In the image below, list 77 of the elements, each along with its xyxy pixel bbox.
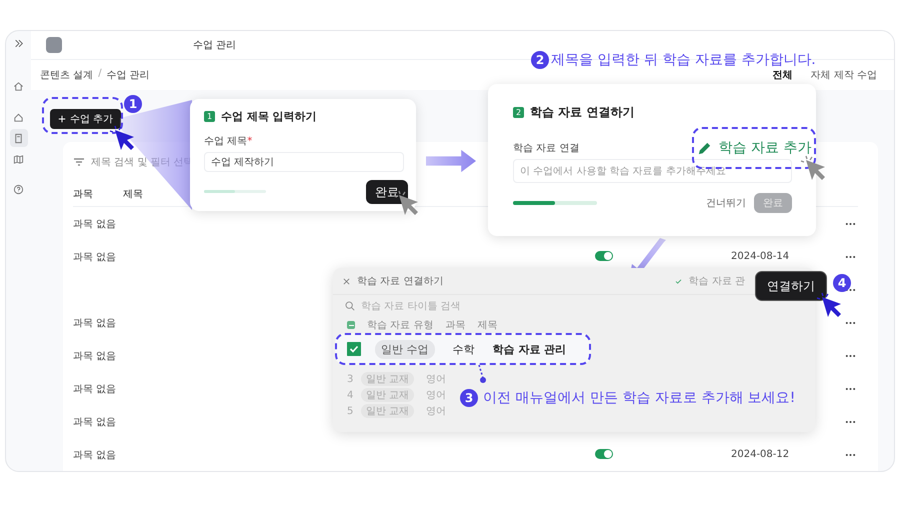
add-material-link[interactable]: 학습 자료 추가 — [696, 139, 812, 157]
leader-line — [477, 364, 487, 384]
search-icon — [345, 301, 355, 311]
more-icon[interactable] — [845, 387, 856, 391]
field-label: 수업 제목* — [204, 135, 252, 148]
row-number: 5 — [347, 406, 354, 416]
type-tag: 일반 교재 — [361, 388, 414, 402]
type-tag: 일반 교재 — [361, 372, 414, 386]
more-icon[interactable] — [845, 255, 856, 259]
progress-bar — [204, 190, 266, 192]
callout-text: 제목을 입력한 뒤 학습 자료를 추가합니다. — [551, 51, 816, 69]
date-text: 2024-08-14 — [731, 251, 790, 262]
logo — [46, 37, 62, 53]
step-number: 1 — [204, 111, 215, 122]
column-header: 제목 — [123, 188, 143, 201]
nav-item[interactable] — [10, 129, 28, 147]
toggle-switch[interactable] — [595, 250, 613, 260]
column-header: 과목 — [445, 319, 466, 332]
view-tab[interactable]: 자체 제작 수업 — [810, 68, 877, 82]
connect-button[interactable]: 연결하기 — [755, 271, 827, 301]
more-icon[interactable] — [845, 354, 856, 358]
check-icon — [674, 278, 682, 284]
table-cell-text: 과목 없음 — [73, 218, 116, 230]
card-title: 학습 자료 연결하기 — [530, 104, 634, 121]
book-icon[interactable] — [13, 132, 24, 144]
more-icon[interactable] — [845, 420, 856, 424]
breadcrumb-item[interactable]: 수업 관리 — [106, 68, 150, 82]
select-all-checkbox[interactable] — [347, 321, 355, 329]
table-cell-text: 과목 없음 — [73, 316, 116, 330]
arrow-icon — [426, 149, 476, 173]
expand-icon[interactable] — [14, 39, 24, 48]
toggle-switch[interactable] — [595, 448, 613, 458]
table-cell: 수학 — [452, 342, 474, 356]
filter-icon[interactable] — [73, 157, 85, 167]
dialog-title: 학습 자료 연결하기 — [357, 275, 444, 288]
highlighted-row[interactable]: 일반 수업 수학 학습 자료 관리 — [335, 333, 591, 365]
plus-icon — [58, 115, 66, 123]
done-button[interactable]: 완료 — [366, 180, 408, 204]
status-text: 학습 자료 관 — [688, 275, 745, 288]
page-title: 수업 관리 — [193, 39, 236, 52]
more-icon[interactable] — [845, 321, 856, 325]
view-tab[interactable]: 전체 — [772, 68, 793, 82]
more-icon[interactable] — [845, 222, 856, 226]
callout-text: 이전 매뉴얼에서 만든 학습 자료로 추가해 보세요! — [483, 389, 796, 407]
more-icon[interactable] — [845, 453, 856, 457]
add-lesson-button[interactable]: 수업 추가 — [50, 109, 122, 129]
breadcrumb-separator: / — [98, 68, 102, 81]
row-number: 3 — [347, 374, 354, 384]
pencil-icon — [696, 140, 712, 156]
table-cell: 학습 자료 관리 — [492, 342, 566, 356]
close-icon[interactable] — [343, 278, 350, 284]
table-cell-text: 과목 없음 — [73, 382, 116, 396]
step-number: 2 — [513, 107, 524, 118]
table-cell-text: 과목 없음 — [73, 416, 116, 428]
column-header: 제목 — [477, 319, 498, 332]
skip-link[interactable]: 건너뛰기 — [706, 196, 746, 210]
help-icon[interactable] — [13, 184, 24, 194]
row-number: 4 — [347, 390, 354, 400]
checkbox[interactable] — [347, 342, 361, 356]
table-cell-text: 영어 — [426, 373, 446, 386]
type-tag: 일반 교재 — [361, 404, 414, 418]
column-header: 학습 자료 유형 — [367, 319, 434, 332]
table-cell-text: 영어 — [426, 405, 446, 418]
text-field[interactable]: 수업 제작하기 — [204, 152, 404, 172]
house-icon[interactable] — [13, 112, 24, 122]
breadcrumb-item[interactable]: 콘텐츠 설계 — [40, 68, 94, 82]
table-cell-text: 과목 없음 — [73, 448, 116, 462]
map-icon[interactable] — [13, 154, 24, 164]
table-cell-text: 과목 없음 — [73, 350, 116, 362]
card-title: 수업 제목 입력하기 — [221, 109, 317, 124]
field-label: 학습 자료 연결 — [513, 142, 580, 155]
date-text: 2024-08-12 — [731, 449, 790, 460]
table-cell-text: 영어 — [426, 389, 446, 402]
column-header: 과목 — [73, 188, 93, 201]
type-tag: 일반 수업 — [375, 340, 434, 358]
home-icon[interactable] — [13, 80, 24, 92]
table-cell-text: 과목 없음 — [73, 250, 116, 264]
